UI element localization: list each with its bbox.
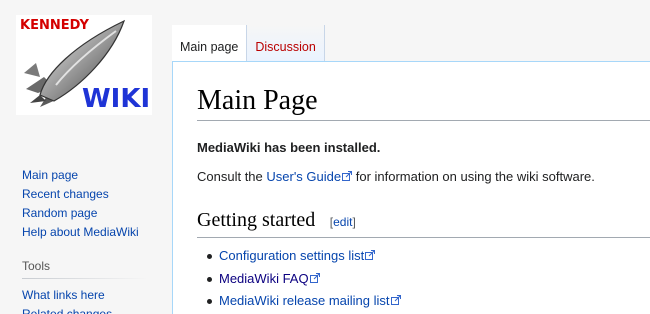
mediawiki-faq-link[interactable]: MediaWiki FAQ: [219, 271, 320, 286]
svg-text:WIKI: WIKI: [82, 84, 150, 114]
sidebar-item-random-page[interactable]: Random page: [22, 204, 162, 223]
installed-message: MediaWiki has been installed.: [197, 140, 381, 155]
title-divider: [197, 120, 650, 121]
getting-started-list: Configuration settings list MediaWiki FA…: [205, 245, 401, 313]
section-title: Getting started: [197, 209, 316, 231]
sidebar-item-recent-changes[interactable]: Recent changes: [22, 185, 162, 204]
external-link-icon: [309, 272, 320, 283]
edit-bracket-close: ]: [352, 215, 356, 229]
list-item: MediaWiki FAQ: [205, 268, 401, 291]
link-label: Configuration settings list: [219, 248, 365, 263]
sidebar-navigation: Main page Recent changes Random page Hel…: [22, 166, 162, 242]
link-label: MediaWiki release mailing list: [219, 293, 390, 308]
link-label: MediaWiki FAQ: [219, 270, 309, 286]
section-divider: [197, 237, 650, 238]
external-link-icon: [342, 171, 353, 181]
tab-discussion[interactable]: Discussion: [247, 25, 325, 62]
section-heading: Getting started [edit]: [197, 209, 356, 232]
consult-prefix: Consult the: [197, 169, 267, 184]
external-link-icon: [390, 295, 401, 305]
edit-section: [edit]: [330, 215, 356, 229]
sidebar-item-what-links-here[interactable]: What links here: [22, 286, 162, 305]
list-item: MediaWiki release mailing list: [205, 290, 401, 313]
tools-divider: [22, 278, 148, 279]
consult-paragraph: Consult the User's Guide for information…: [197, 169, 595, 184]
page-tabs: Main page Discussion: [172, 25, 325, 62]
bullet-icon: [207, 299, 212, 304]
bullet-icon: [207, 276, 212, 282]
users-guide-link[interactable]: User's Guide: [266, 169, 353, 184]
edit-section-link[interactable]: edit: [333, 215, 352, 229]
tab-main-page[interactable]: Main page: [172, 25, 248, 62]
sidebar-tools: Tools What links here Related changes: [22, 259, 162, 314]
list-item: Configuration settings list: [205, 245, 401, 268]
svg-text:KENNEDY: KENNEDY: [20, 18, 89, 33]
sidebar-item-related-changes[interactable]: Related changes: [22, 305, 162, 314]
bullet-icon: [207, 254, 212, 259]
sidebar-item-main-page[interactable]: Main page: [22, 166, 162, 185]
content-area: Main Page MediaWiki has been installed. …: [172, 61, 650, 314]
consult-suffix: for information on using the wiki softwa…: [352, 169, 595, 184]
configuration-settings-link[interactable]: Configuration settings list: [219, 248, 376, 263]
users-guide-label: User's Guide: [266, 169, 342, 184]
site-logo[interactable]: KENNEDY WIKI: [16, 15, 152, 115]
tools-heading: Tools: [22, 259, 51, 273]
page-title: Main Page: [197, 85, 318, 116]
external-link-icon: [365, 250, 376, 260]
rocket-logo-icon: KENNEDY WIKI: [20, 18, 150, 114]
sidebar-item-help[interactable]: Help about MediaWiki: [22, 223, 162, 242]
release-mailing-list-link[interactable]: MediaWiki release mailing list: [219, 293, 401, 308]
